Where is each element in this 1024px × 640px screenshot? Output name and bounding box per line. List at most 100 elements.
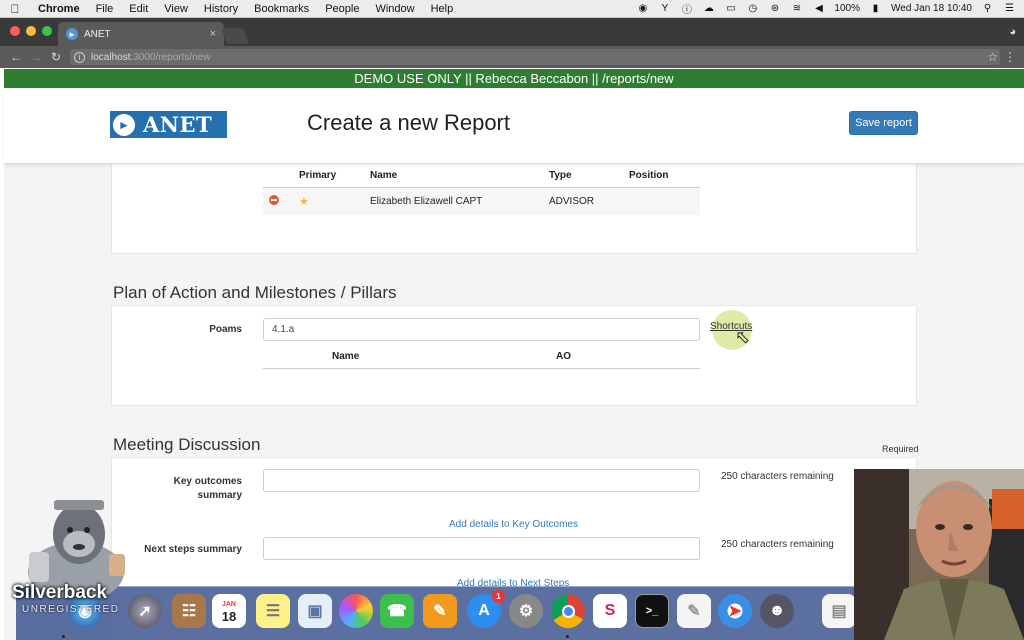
key-outcomes-label-line1: Key outcomes <box>173 476 242 487</box>
app-store-badge: 1 <box>492 590 505 603</box>
ibooks-icon[interactable]: ✎ <box>423 594 457 628</box>
back-arrow-icon[interactable]: ← <box>6 50 26 64</box>
attendee-type: ADVISOR <box>549 187 629 215</box>
menu-app-chrome[interactable]: Chrome <box>30 3 88 15</box>
add-key-outcomes-link[interactable]: Add details to Key Outcomes <box>449 519 578 530</box>
browser-toolbar: ← → ↻ i localhost:3000/reports/new ☆ ⋮ <box>0 46 1024 68</box>
site-info-icon[interactable]: i <box>74 51 85 63</box>
notes-icon[interactable]: ☰ <box>256 594 290 628</box>
browser-tab-anet[interactable]: ► ANET × <box>58 22 224 46</box>
window-close-icon[interactable] <box>10 26 20 36</box>
next-steps-input[interactable] <box>263 537 700 560</box>
attendee-name: Elizabeth Elizawell CAPT <box>370 187 549 215</box>
slack-icon[interactable]: S <box>593 594 627 628</box>
battery-icon[interactable]: ▮ <box>869 3 882 14</box>
required-label: Required <box>882 444 919 454</box>
attendees-table: Primary Name Type Position ★ Elizabeth E… <box>263 165 700 215</box>
photos-icon[interactable] <box>339 594 373 628</box>
contacts-icon[interactable]: ☷ <box>172 594 206 628</box>
key-outcomes-input[interactable] <box>263 469 700 492</box>
remove-attendee-icon[interactable] <box>269 194 279 205</box>
menu-history[interactable]: History <box>196 3 246 15</box>
macos-menu-bar:  Chrome File Edit View History Bookmark… <box>0 0 1024 18</box>
poams-input[interactable]: 4.1.a <box>263 318 700 341</box>
next-steps-remaining: 250 characters remaining <box>721 539 834 550</box>
facetime-icon[interactable]: ☎ <box>380 594 414 628</box>
mouse-pointer-icon: ⬁ <box>735 327 751 347</box>
meeting-section-title: Meeting Discussion <box>113 435 261 454</box>
anet-logo-text: ANET <box>143 112 213 137</box>
primary-star-icon[interactable]: ★ <box>299 196 309 208</box>
key-outcomes-label-line2: summary <box>197 490 242 501</box>
attendees-header-row: Primary Name Type Position <box>263 165 700 188</box>
poams-table: Name AO <box>263 346 700 369</box>
table-row: ★ Elizabeth Elizawell CAPT ADVISOR <box>263 187 700 215</box>
menu-window[interactable]: Window <box>367 3 422 15</box>
documents-stack-icon[interactable]: ▤ <box>822 594 856 628</box>
bluetooth-icon[interactable]: ⊛ <box>768 3 781 14</box>
anet-favicon-icon: ► <box>66 28 78 40</box>
attendees-header-name: Name <box>370 165 549 188</box>
new-tab-button[interactable] <box>221 28 249 44</box>
attendees-header-type: Type <box>549 165 629 188</box>
webcam-video-feed <box>854 469 1024 640</box>
demo-banner: DEMO USE ONLY || Rebecca Beccabon || /re… <box>4 69 1024 88</box>
menu-help[interactable]: Help <box>423 3 462 15</box>
spotlight-search-icon[interactable]: ⚲ <box>981 3 994 14</box>
poams-panel: Poams 4.1.a Name AO <box>111 305 917 406</box>
window-minimize-icon[interactable] <box>26 26 36 36</box>
airplay-icon[interactable]: ▭ <box>724 3 737 14</box>
attendees-header-position: Position <box>629 165 700 188</box>
macos-dock: ◉ ➚ ☷ JAN 18 ☰ ▣ ☎ ✎ A 1 ⚙ S >_ ✎ ➤ ☻ ▤ <box>16 586 856 640</box>
reload-icon[interactable]: ↻ <box>46 50 66 64</box>
info-circle-icon[interactable]: ⓘ <box>680 3 693 16</box>
wifi-icon[interactable]: ≋ <box>790 3 803 14</box>
battery-percentage[interactable]: 100% <box>834 3 860 14</box>
window-zoom-icon[interactable] <box>42 26 52 36</box>
app-header: ► ANET Create a new Report Save report <box>4 88 1024 164</box>
silverback-title: Silverback <box>12 582 108 603</box>
anet-logo[interactable]: ► ANET <box>110 111 227 138</box>
poams-section-title: Plan of Action and Milestones / Pillars <box>113 283 397 302</box>
menu-file[interactable]: File <box>88 3 122 15</box>
menu-view[interactable]: View <box>156 3 196 15</box>
silverback-unregistered: UNREGISTERED <box>22 604 120 615</box>
cloud-icon[interactable]: ☁ <box>702 3 715 14</box>
preview-icon[interactable]: ▣ <box>298 594 332 628</box>
network-tool-icon[interactable]: Y <box>658 3 671 14</box>
status-app-icon[interactable]: ◉ <box>636 3 649 14</box>
menu-bookmarks[interactable]: Bookmarks <box>246 3 317 15</box>
poams-header-ao: AO <box>556 346 700 369</box>
forward-arrow-icon[interactable]: → <box>26 50 46 64</box>
tab-title: ANET <box>84 28 111 40</box>
calendar-day: 18 <box>221 609 237 624</box>
time-machine-icon[interactable]: ◷ <box>746 3 759 14</box>
menu-clock[interactable]: Wed Jan 18 10:40 <box>891 3 972 14</box>
tab-close-icon[interactable]: × <box>210 28 216 40</box>
app-store-icon[interactable]: A 1 <box>467 590 505 628</box>
textedit-icon[interactable]: ✎ <box>677 594 711 628</box>
notification-center-icon[interactable]: ☰ <box>1003 3 1016 14</box>
address-bar[interactable]: i localhost:3000/reports/new <box>70 49 1000 65</box>
webcam-overlay <box>854 469 1024 640</box>
url-path: :3000/reports/new <box>130 51 211 63</box>
attendee-position <box>629 187 700 215</box>
menu-edit[interactable]: Edit <box>121 3 156 15</box>
attendees-header-primary: Primary <box>299 165 370 188</box>
chrome-icon[interactable] <box>551 594 585 628</box>
menu-people[interactable]: People <box>317 3 367 15</box>
silverback-dock-icon[interactable]: ☻ <box>760 594 794 628</box>
calendar-icon[interactable]: JAN 18 <box>212 594 246 628</box>
terminal-icon[interactable]: >_ <box>635 594 669 628</box>
attendees-panel: Primary Name Type Position ★ Elizabeth E… <box>111 164 917 254</box>
chrome-menu-icon[interactable]: ⋮ <box>1004 50 1016 64</box>
save-report-button[interactable]: Save report <box>849 111 918 135</box>
poams-header-row: Name AO <box>263 346 700 369</box>
bookmark-star-icon[interactable]: ☆ <box>987 50 998 64</box>
system-preferences-icon[interactable]: ⚙ <box>509 594 543 628</box>
apple-menu-icon[interactable]:  <box>0 2 30 16</box>
profile-icon[interactable]: ◕ <box>1009 26 1016 38</box>
safari-icon[interactable]: ➤ <box>718 594 752 628</box>
volume-icon[interactable]: ◀ <box>812 3 825 14</box>
silverback-watermark: Silverback UNREGISTERED <box>4 492 134 632</box>
